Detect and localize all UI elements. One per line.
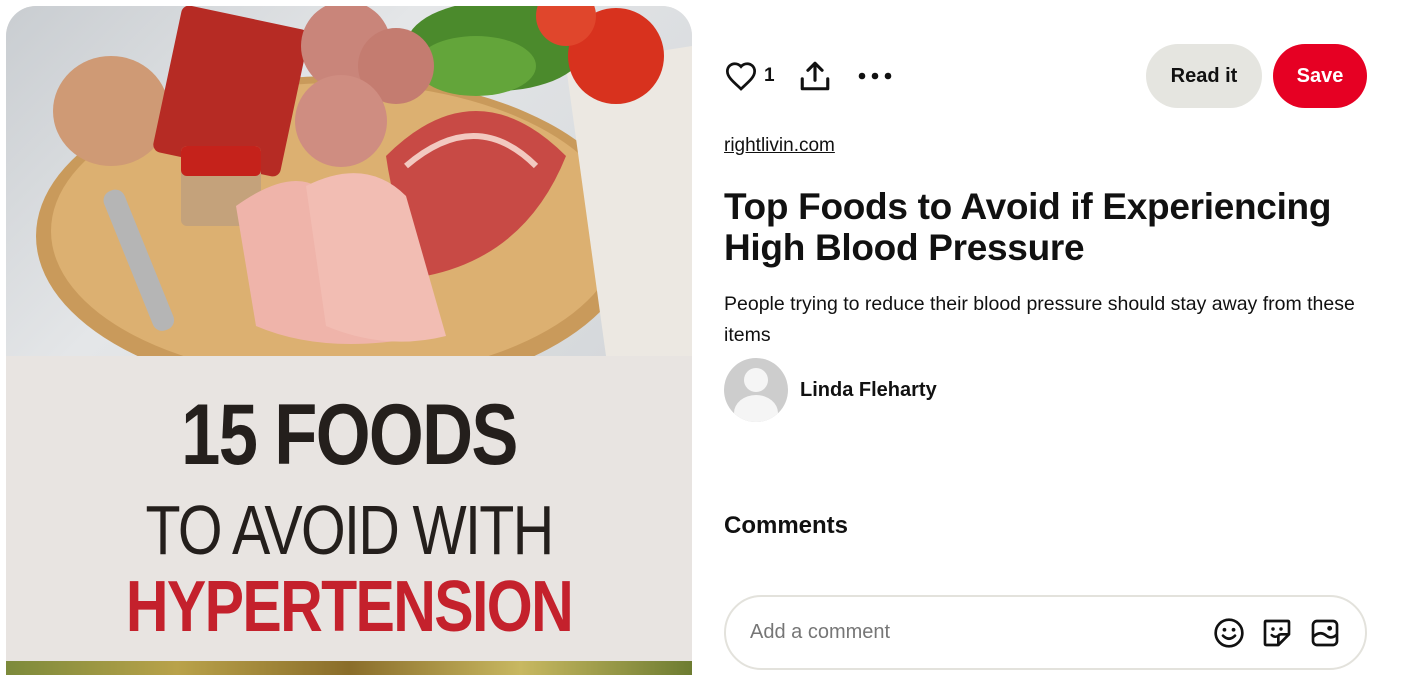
like-count: 1 xyxy=(764,65,775,86)
avatar-head xyxy=(744,368,768,392)
more-icon xyxy=(858,72,891,80)
pin-actions: 1 xyxy=(724,56,895,96)
comment-input[interactable] xyxy=(750,621,1199,644)
emoji-button[interactable] xyxy=(1211,615,1247,651)
heart-icon xyxy=(725,62,757,91)
image-headline-line1: 15 FOODS xyxy=(181,387,518,483)
image-headline-line2: TO AVOID WITH xyxy=(145,491,554,569)
pin-description: People trying to reduce their blood pres… xyxy=(724,293,1355,346)
pin-image[interactable]: 15 FOODS TO AVOID WITH HYPERTENSION xyxy=(6,6,692,675)
pin-title: Top Foods to Avoid if Experiencing High … xyxy=(724,186,1332,268)
image-button[interactable] xyxy=(1307,615,1343,651)
comments-heading: Comments xyxy=(724,512,849,539)
sticker-button[interactable] xyxy=(1259,615,1295,651)
image-icon xyxy=(1311,619,1339,646)
avatar-body xyxy=(734,395,778,422)
sticker-icon xyxy=(1263,619,1291,646)
save-button[interactable]: Save xyxy=(1273,44,1367,108)
emoji-icon xyxy=(1214,617,1244,648)
source-link[interactable]: rightlivin.com xyxy=(724,135,835,157)
author-name[interactable]: Linda Fleharty xyxy=(800,379,937,402)
share-button[interactable] xyxy=(797,56,833,96)
author[interactable]: Linda Fleharty xyxy=(724,358,937,422)
comment-icons xyxy=(1199,615,1343,651)
food-photo-bottom xyxy=(6,661,692,675)
read-it-button[interactable]: Read it xyxy=(1146,44,1262,108)
share-icon xyxy=(800,61,829,91)
food-photo xyxy=(6,6,692,356)
default-avatar-icon[interactable] xyxy=(724,358,788,422)
like-button[interactable] xyxy=(724,56,758,96)
comment-box[interactable] xyxy=(724,595,1367,670)
more-options-button[interactable] xyxy=(855,56,895,96)
pin-image-text-panel: 15 FOODS TO AVOID WITH HYPERTENSION xyxy=(6,356,692,661)
image-headline-line3: HYPERTENSION xyxy=(125,567,574,647)
